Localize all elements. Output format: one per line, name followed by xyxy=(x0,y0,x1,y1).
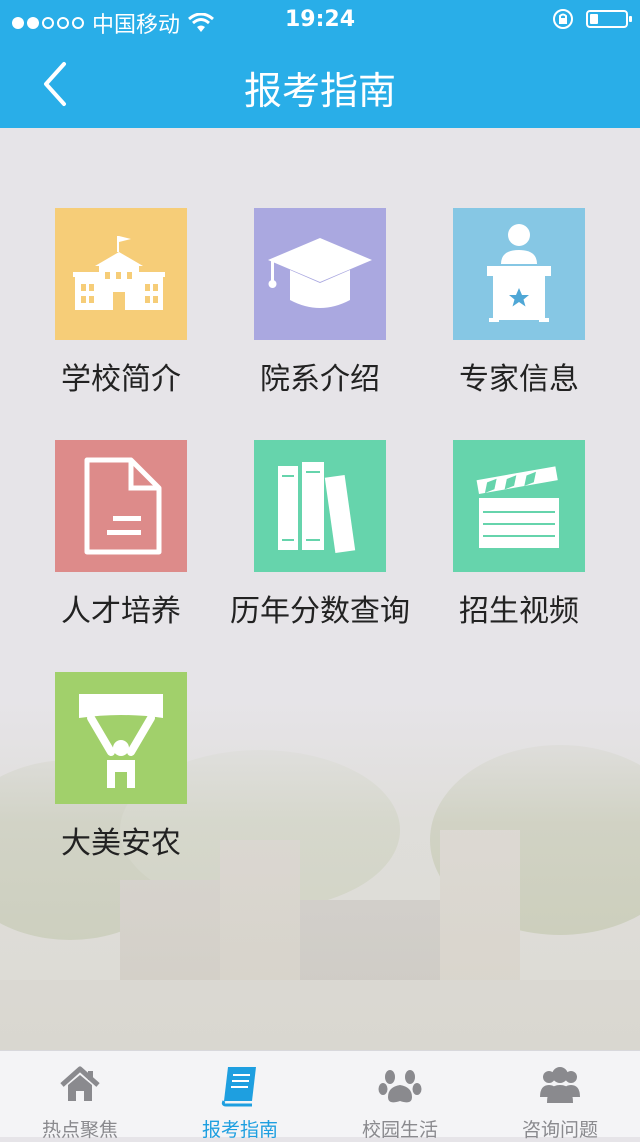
tile-school-intro[interactable]: 学校简介 xyxy=(21,208,221,398)
status-bar: 中国移动 19:24 xyxy=(0,0,640,40)
rotation-lock-icon xyxy=(553,9,573,29)
banner-person-icon xyxy=(55,672,187,804)
tab-label: 校园生活 xyxy=(361,1119,438,1141)
school-building-icon xyxy=(55,208,187,340)
tile-label: 人才培养 xyxy=(61,594,181,629)
clapperboard-icon xyxy=(453,440,585,572)
speaker-podium-icon xyxy=(453,208,585,340)
tab-label: 咨询问题 xyxy=(521,1119,598,1141)
tab-label: 报考指南 xyxy=(201,1119,278,1141)
tile-score-query[interactable]: 历年分数查询 xyxy=(220,440,420,630)
book-icon xyxy=(221,1067,256,1107)
battery-icon xyxy=(586,10,632,28)
tile-experts[interactable]: 专家信息 xyxy=(419,208,619,398)
paw-icon xyxy=(378,1070,422,1103)
graduation-cap-icon xyxy=(254,208,386,340)
document-icon xyxy=(55,440,187,572)
tab-label: 热点聚焦 xyxy=(41,1119,118,1141)
tab-hot-topics[interactable]: 热点聚焦 xyxy=(0,1051,160,1141)
tab-bar: 热点聚焦 报考指南 校园生活 咨询问题 xyxy=(0,1050,640,1141)
tile-label: 大美安农 xyxy=(61,826,181,861)
tile-label: 学校简介 xyxy=(61,362,181,397)
tab-campus-life[interactable]: 校园生活 xyxy=(320,1051,480,1141)
tile-label: 院系介绍 xyxy=(260,362,380,397)
books-icon xyxy=(254,440,386,572)
tab-admission-guide[interactable]: 报考指南 xyxy=(160,1051,320,1141)
tile-admission-video[interactable]: 招生视频 xyxy=(419,440,619,630)
page-title: 报考指南 xyxy=(243,69,396,113)
navigation-bar: 报考指南 xyxy=(0,40,640,128)
header-bar: 中国移动 19:24 报考指南 xyxy=(0,0,640,128)
tile-label: 招生视频 xyxy=(459,594,579,629)
users-icon xyxy=(540,1067,580,1103)
tile-talent-training[interactable]: 人才培养 xyxy=(21,440,221,630)
tab-consult[interactable]: 咨询问题 xyxy=(480,1051,640,1141)
home-icon xyxy=(60,1066,100,1101)
tile-departments[interactable]: 院系介绍 xyxy=(220,208,420,398)
tile-label: 历年分数查询 xyxy=(230,594,410,629)
tile-label: 专家信息 xyxy=(459,362,579,397)
status-time: 19:24 xyxy=(284,7,356,32)
tile-beautiful-anhui-agri[interactable]: 大美安农 xyxy=(21,672,221,862)
